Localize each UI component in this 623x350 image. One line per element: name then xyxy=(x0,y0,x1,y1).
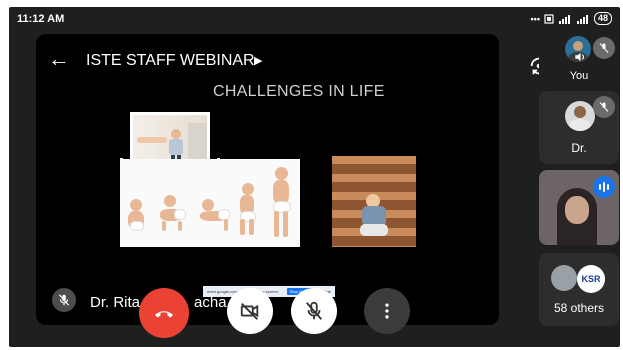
meet-screen: 11:12 AM ••• 48 ← ISTE STAFF WEBINAR ▶ C… xyxy=(9,7,620,347)
participant-label: You xyxy=(569,70,589,82)
mic-toggle-button[interactable] xyxy=(291,288,337,334)
mic-off-icon xyxy=(593,96,615,118)
presenter-mic-off-icon xyxy=(52,288,76,312)
participant-face xyxy=(565,196,589,224)
participant-tile-you[interactable]: You xyxy=(539,34,619,84)
participant-tile-others[interactable]: KSR 58 others xyxy=(539,253,619,326)
signal-icon xyxy=(558,14,570,24)
phone-hangup-icon xyxy=(155,311,173,318)
battery-icon: 48 xyxy=(593,12,612,25)
slide-photo-baby-stages xyxy=(120,159,300,247)
avatar xyxy=(565,101,595,131)
status-time: 11:12 AM xyxy=(17,13,65,25)
participant-label: 58 others xyxy=(553,301,605,315)
status-bar: 11:12 AM ••• 48 xyxy=(9,7,620,33)
back-arrow-icon[interactable]: ← xyxy=(48,48,70,70)
chevron-right-icon[interactable]: ▶ xyxy=(254,54,262,67)
slide-heading: CHALLENGES IN LIFE xyxy=(213,83,385,100)
more-options-button[interactable] xyxy=(364,288,410,334)
avatar xyxy=(551,265,577,291)
end-call-button[interactable] xyxy=(139,288,189,338)
camera-off-icon xyxy=(240,303,259,320)
more-vert-icon xyxy=(385,303,389,319)
ksr-logo: KSR xyxy=(577,265,605,293)
more-dots-icon: ••• xyxy=(530,13,540,24)
participant-tile-dr[interactable]: Dr. xyxy=(539,91,619,164)
participant-tile-video[interactable] xyxy=(539,170,619,245)
slide-photo-baby-stairs xyxy=(332,156,416,247)
mic-off-icon xyxy=(593,37,615,59)
presentation-stage[interactable]: ← ISTE STAFF WEBINAR ▶ CHALLENGES IN LIF… xyxy=(36,34,499,325)
status-icons: ••• 48 xyxy=(531,12,612,25)
meeting-title[interactable]: ISTE STAFF WEBINAR xyxy=(86,52,255,70)
participant-label: Dr. xyxy=(571,141,587,155)
data-icon xyxy=(544,13,554,24)
speaker-icon xyxy=(575,52,585,62)
mic-off-icon xyxy=(305,301,323,320)
signal-icon xyxy=(576,14,588,24)
camera-toggle-button[interactable] xyxy=(227,288,273,334)
speaking-indicator-icon xyxy=(593,176,615,198)
